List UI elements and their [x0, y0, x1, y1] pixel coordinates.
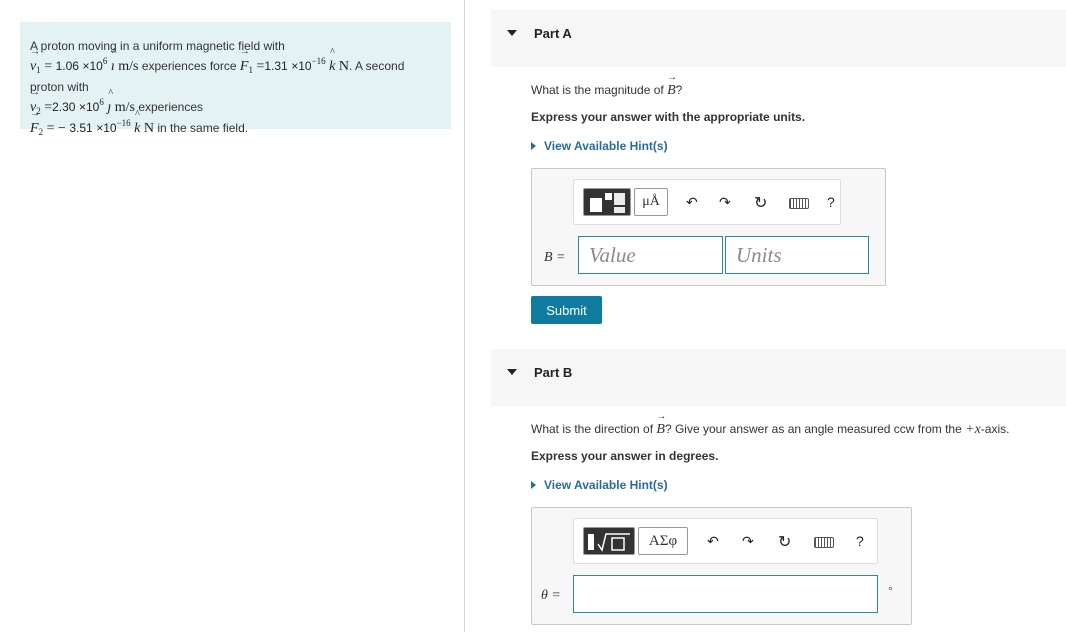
- redo-icon[interactable]: ↷: [719, 194, 731, 211]
- collapse-triangle-icon[interactable]: [507, 369, 517, 375]
- v2-expression: v2 =2.30 ×106 ȷ m/s: [30, 88, 135, 116]
- problem-text-experiences: experiences: [138, 100, 204, 114]
- help-icon[interactable]: ?: [827, 194, 835, 210]
- templates-button[interactable]: [583, 188, 631, 216]
- problem-line-1: A proton moving in a uniform magnetic fi…: [30, 36, 441, 56]
- symbols-button[interactable]: ΑΣφ: [638, 527, 688, 555]
- theta-label-text: θ =: [541, 588, 561, 603]
- F2-equals: =: [46, 121, 55, 136]
- part-a-instruction: Express your answer with the appropriate…: [531, 110, 806, 124]
- reset-icon[interactable]: ↻: [754, 193, 767, 213]
- F2-units: N: [143, 121, 155, 136]
- b-field-label: B =: [544, 248, 566, 266]
- F1-symbol: F: [239, 59, 249, 74]
- F1-times-ten: ×10: [291, 59, 312, 73]
- part-b-toolbar: ΑΣφ ↶ ↷ ↻ ?: [573, 518, 878, 564]
- redo-icon[interactable]: ↷: [742, 533, 754, 550]
- v1-symbol: v: [30, 59, 37, 74]
- F2-value: 3.51: [69, 121, 93, 135]
- part-b-vector-b: B: [656, 422, 665, 437]
- F1-exponent: −16: [311, 56, 326, 66]
- part-b-hint-text[interactable]: View Available Hint(s): [544, 478, 668, 492]
- reset-icon[interactable]: ↻: [778, 532, 791, 552]
- v2-value: 2.30: [52, 100, 76, 114]
- collapse-triangle-icon[interactable]: [507, 30, 517, 36]
- part-b-question: What is the direction of B? Give your an…: [531, 412, 1010, 438]
- part-b-label: Part B: [534, 365, 573, 380]
- v1-equals: =: [44, 59, 53, 74]
- F2-exponent: −16: [116, 118, 131, 128]
- F2-subscript: 2: [38, 127, 44, 137]
- angle-input[interactable]: [573, 575, 878, 613]
- F1-value: 1.31: [264, 59, 288, 73]
- part-b-instruction: Express your answer in degrees.: [531, 449, 719, 463]
- units-button[interactable]: μÅ: [634, 188, 668, 216]
- problem-line-3: v2 =2.30 ×106 ȷ m/s experiences: [30, 88, 441, 118]
- F1-unit-vector: k: [329, 59, 336, 74]
- theta-field-label: θ =: [541, 586, 561, 604]
- part-a-question-text: What is the magnitude of: [531, 83, 664, 97]
- undo-icon[interactable]: ↶: [707, 533, 719, 550]
- undo-icon[interactable]: ↶: [686, 194, 698, 211]
- part-b-question-end: -axis.: [980, 422, 1010, 436]
- submit-button[interactable]: Submit: [531, 296, 602, 324]
- expand-triangle-icon: [531, 481, 536, 489]
- v2-equals: =: [44, 100, 53, 115]
- problem-statement: A proton moving in a uniform magnetic fi…: [20, 22, 451, 137]
- part-b-question-rest: ? Give your answer as an angle measured …: [664, 422, 962, 436]
- v1-units: m/s: [118, 59, 139, 74]
- v2-exponent: 6: [99, 97, 104, 107]
- part-a-toolbar: μÅ ↶ ↷ ↻ ?: [573, 179, 841, 225]
- part-a-header[interactable]: Part A: [491, 10, 1066, 67]
- part-a-question: What is the magnitude of B?: [531, 73, 683, 99]
- v2-unit-vector: ȷ: [107, 100, 112, 115]
- b-label-text: B =: [544, 250, 566, 265]
- keyboard-icon[interactable]: [789, 198, 809, 209]
- units-input[interactable]: [725, 236, 869, 274]
- F1-expression: F1 =1.31 ×10−16 k N: [239, 47, 349, 75]
- part-b-header[interactable]: Part B: [491, 349, 1066, 406]
- problem-text-force: experiences force: [141, 59, 237, 73]
- F2-times-ten: ×10: [96, 121, 117, 135]
- F2-unit-vector: k: [134, 121, 141, 136]
- part-b-answer-box: ΑΣφ ↶ ↷ ↻ ? θ = °: [531, 507, 912, 625]
- templates-radical-icon: [588, 533, 630, 552]
- v1-subscript: 1: [36, 65, 41, 75]
- part-b-axis: +x: [965, 422, 981, 437]
- part-a-hint-link[interactable]: View Available Hint(s): [531, 139, 668, 153]
- F1-subscript: 1: [248, 65, 253, 75]
- v2-units: m/s: [114, 100, 135, 115]
- part-a-answer-box: μÅ ↶ ↷ ↻ ? B =: [531, 168, 886, 286]
- keyboard-icon[interactable]: [814, 537, 834, 548]
- part-a-label: Part A: [534, 26, 572, 41]
- F2-expression: F2 = − 3.51 ×10−16 k N: [30, 109, 155, 137]
- part-a-vector-b: B: [667, 83, 676, 98]
- problem-line-2: v1 = 1.06 ×106 ı m/s experiences force F…: [30, 47, 441, 97]
- F1-units: N: [338, 59, 349, 74]
- degree-symbol: °: [888, 584, 893, 598]
- part-a-question-mark: ?: [675, 83, 683, 97]
- v1-expression: v1 = 1.06 ×106 ı m/s: [30, 47, 139, 75]
- part-b-hint-link[interactable]: View Available Hint(s): [531, 478, 668, 492]
- v1-times-ten: ×10: [82, 59, 103, 73]
- value-input[interactable]: [578, 236, 723, 274]
- problem-text-field: in the same field.: [157, 121, 249, 135]
- column-divider: [464, 0, 465, 632]
- expand-triangle-icon: [531, 142, 536, 150]
- help-icon[interactable]: ?: [856, 533, 864, 549]
- v2-times-ten: ×10: [78, 100, 100, 114]
- part-b-question-text: What is the direction of: [531, 422, 654, 436]
- templates-icon: [590, 193, 625, 213]
- part-a-hint-text[interactable]: View Available Hint(s): [544, 139, 668, 153]
- v1-unit-vector: ı: [110, 59, 115, 74]
- problem-line-4: F2 = − 3.51 ×10−16 k N in the same field…: [30, 109, 441, 139]
- v1-value: 1.06: [55, 59, 79, 73]
- F2-minus: −: [57, 121, 66, 136]
- v1-exponent: 6: [102, 56, 108, 66]
- templates-button[interactable]: [583, 527, 635, 555]
- F2-symbol: F: [30, 121, 39, 136]
